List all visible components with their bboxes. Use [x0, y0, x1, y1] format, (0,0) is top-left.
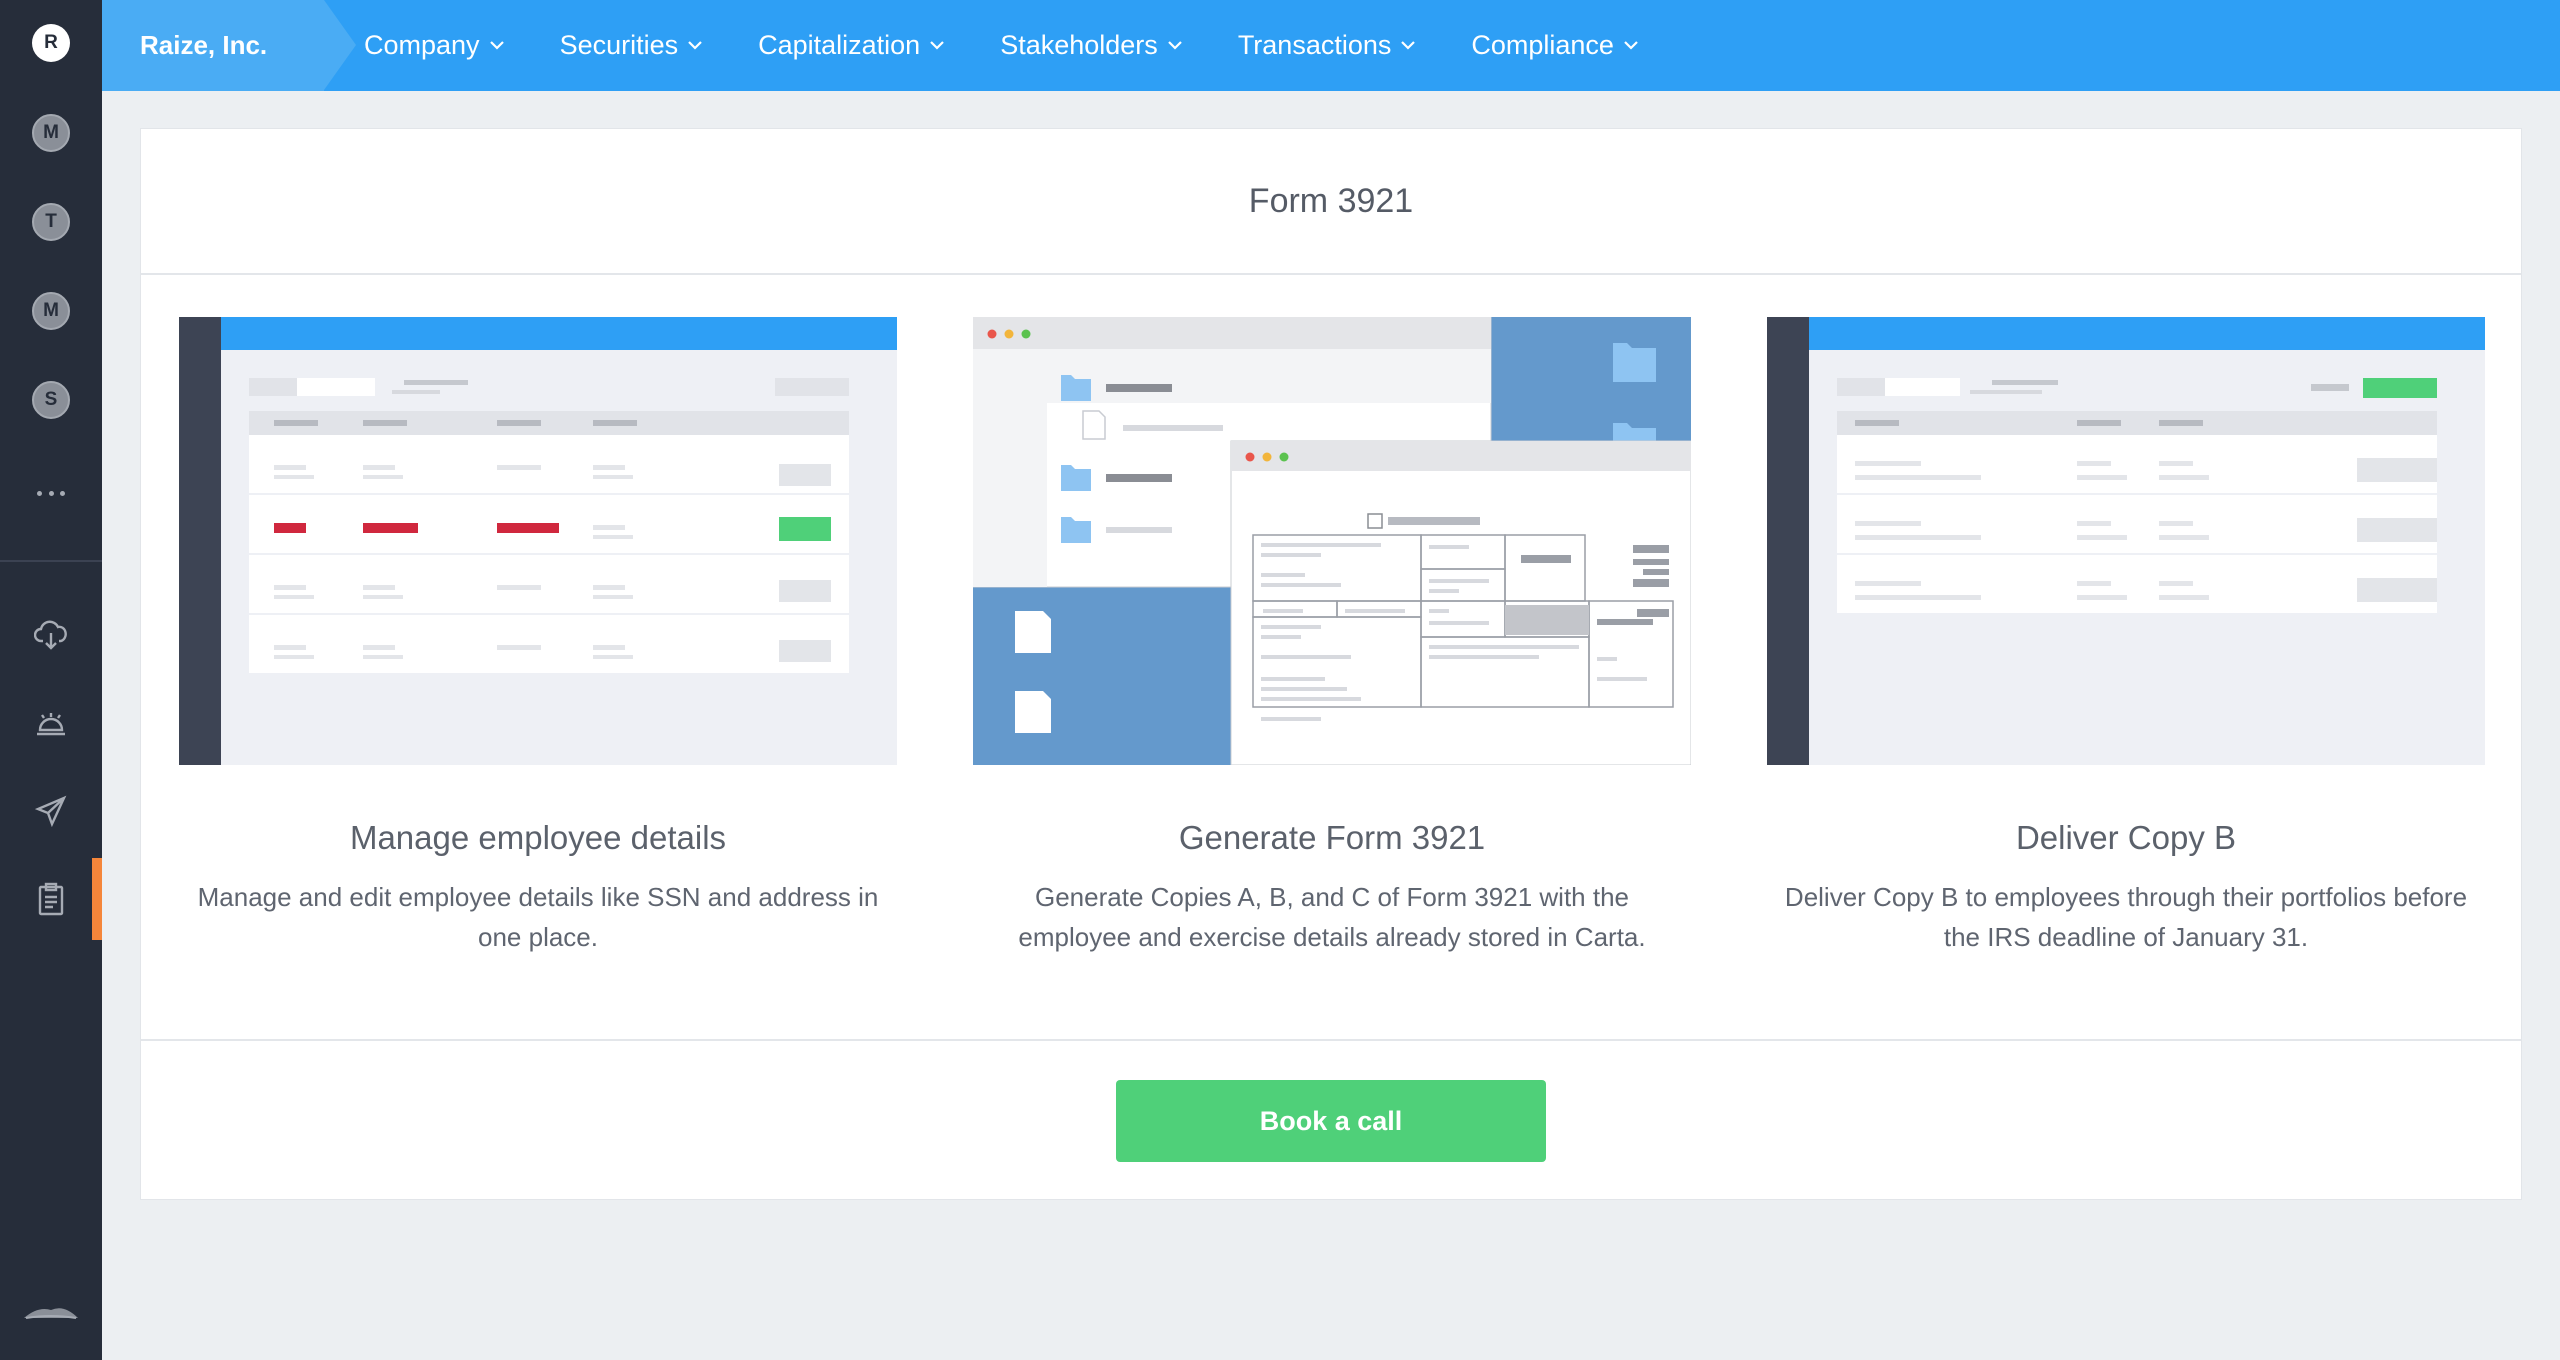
- nav-stakeholders[interactable]: Stakeholders: [1000, 30, 1182, 61]
- user-avatar[interactable]: T: [32, 203, 70, 241]
- generate-form-illustration: [973, 317, 1691, 765]
- feature-description: Generate Copies A, B, and C of Form 3921…: [1018, 882, 1646, 952]
- nav-capitalization[interactable]: Capitalization: [758, 30, 944, 61]
- paper-plane-icon[interactable]: [30, 790, 72, 832]
- book-a-call-button[interactable]: Book a call: [1116, 1080, 1546, 1162]
- org-avatar[interactable]: R: [32, 24, 70, 62]
- nav-label: Capitalization: [758, 30, 921, 60]
- user-avatar[interactable]: M: [32, 292, 70, 330]
- active-indicator: [92, 858, 102, 940]
- feature-heading: Deliver Copy B: [2015, 819, 2237, 856]
- feature-heading: Generate Form 3921: [1178, 819, 1486, 856]
- divider: [141, 1039, 2521, 1041]
- main-menu: Company Securities Capitalization Stakeh…: [364, 0, 1694, 91]
- clipboard-icon[interactable]: [30, 878, 72, 920]
- page-title: Form 3921: [141, 129, 2521, 275]
- user-avatar[interactable]: S: [32, 381, 70, 419]
- nav-compliance[interactable]: Compliance: [1471, 30, 1638, 61]
- feature-heading: Manage employee details: [349, 819, 727, 856]
- chevron-down-icon: [489, 41, 504, 50]
- nav-securities[interactable]: Securities: [560, 30, 703, 61]
- feature-generate-form: Generate Form 3921 Generate Copies A, B,…: [973, 317, 1691, 957]
- deliver-copy-b-illustration: [1767, 317, 2485, 765]
- feature-description: Deliver Copy B to employees through thei…: [1784, 882, 2468, 952]
- feature-deliver-copy-b: Deliver Copy B Deliver Copy B to employe…: [1767, 317, 2485, 957]
- nav-label: Stakeholders: [1000, 30, 1158, 60]
- chevron-down-icon: [1401, 41, 1416, 50]
- nav-company[interactable]: Company: [364, 30, 504, 61]
- cloud-download-icon[interactable]: [30, 614, 72, 656]
- manage-employees-illustration: [179, 317, 897, 765]
- left-rail: R M T M S: [0, 0, 102, 1360]
- chevron-down-icon: [1168, 41, 1182, 50]
- nav-label: Company: [364, 30, 480, 60]
- company-name-link[interactable]: Raize, Inc.: [102, 0, 356, 91]
- chevron-down-icon: [688, 41, 702, 50]
- rail-divider: [0, 560, 102, 562]
- form-3921-card: Form 3921 Manage employee details Manage…: [140, 128, 2522, 1200]
- user-avatar[interactable]: M: [32, 114, 70, 152]
- nav-transactions[interactable]: Transactions: [1238, 30, 1416, 61]
- feature-description: Manage and edit employee details like SS…: [197, 882, 879, 952]
- bell-icon[interactable]: [30, 702, 72, 744]
- chevron-down-icon: [930, 41, 944, 50]
- nav-label: Securities: [559, 30, 679, 60]
- nav-label: Compliance: [1471, 30, 1614, 60]
- chevron-down-icon: [1624, 41, 1638, 50]
- top-nav: Raize, Inc. Company Securities Capitaliz…: [102, 0, 2560, 91]
- more-icon[interactable]: [32, 478, 70, 508]
- carta-logo-icon[interactable]: [24, 1300, 78, 1324]
- feature-manage-employees: Manage employee details Manage and edit …: [179, 317, 897, 957]
- nav-label: Transactions: [1237, 30, 1392, 60]
